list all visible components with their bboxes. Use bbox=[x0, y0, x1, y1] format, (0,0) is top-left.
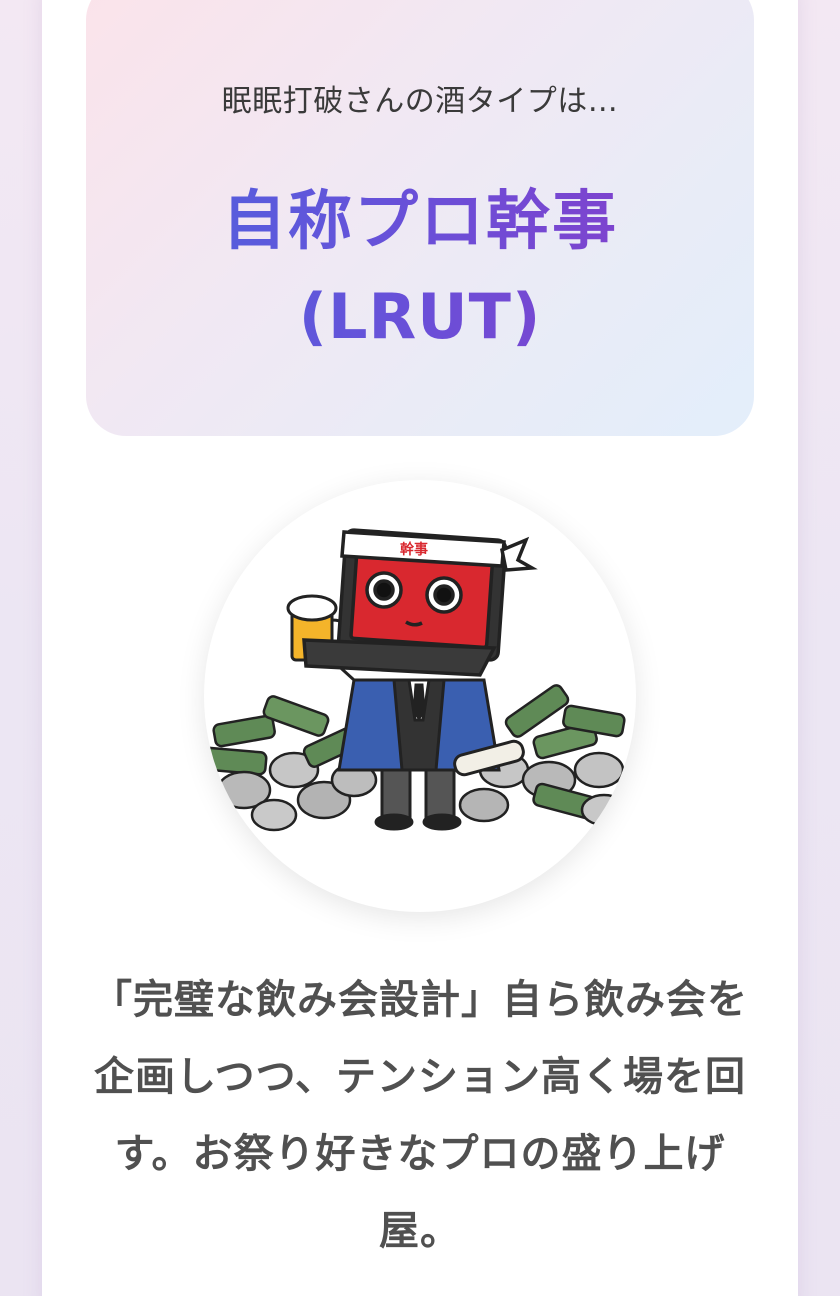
result-intro-text: 眠眠打破さんの酒タイプは… bbox=[221, 84, 619, 119]
type-name-title: 自称プロ幹事 bbox=[86, 170, 754, 262]
type-description: 「完璧な飲み会設計」自ら飲み会を企画しつつ、テンション高く場を回す。お祭り好きな… bbox=[92, 977, 748, 1254]
type-code-label: (LRUT) bbox=[86, 280, 754, 353]
character-illustration: 幹事 bbox=[204, 480, 636, 912]
headband-text: 幹事 bbox=[400, 541, 428, 558]
